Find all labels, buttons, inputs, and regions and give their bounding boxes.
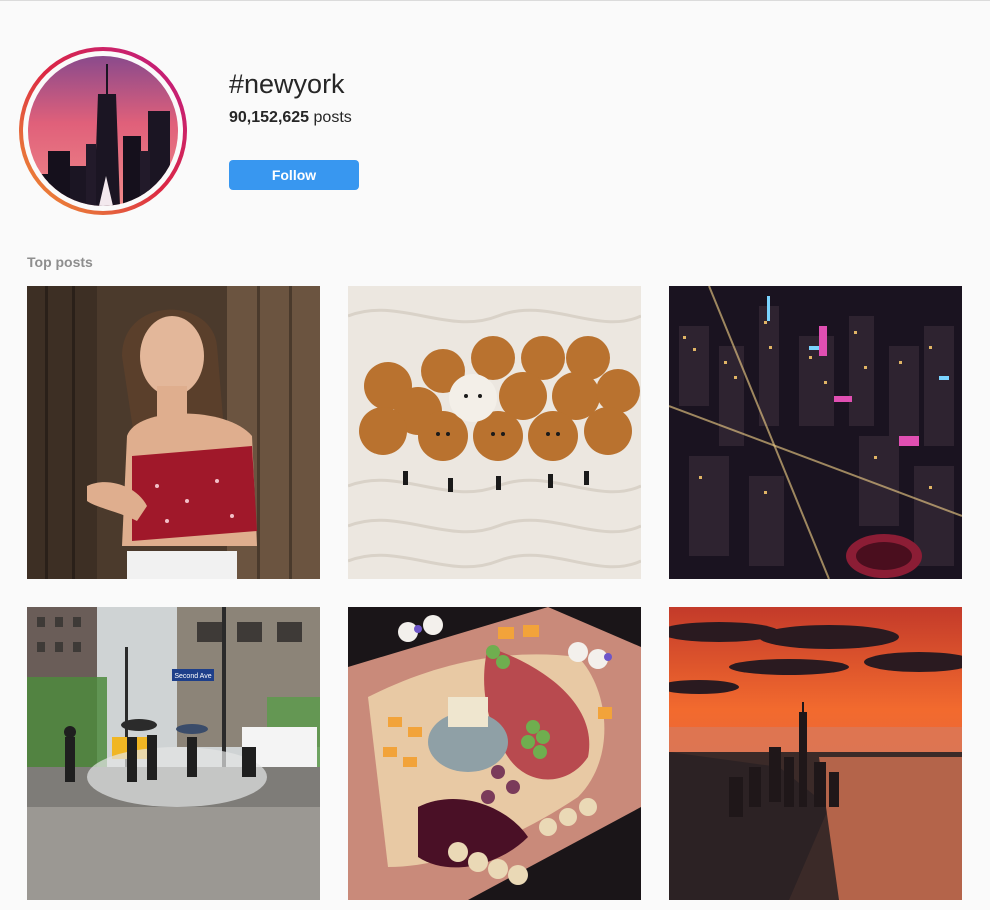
hashtag-page: #newyork 90,152,625 posts Follow Top pos… [0,0,990,910]
post-tile-night-city[interactable] [669,286,962,579]
rainy-street-image: Second Ave [27,607,320,900]
post-count-suffix: posts [309,109,352,126]
post-count: 90,152,625 posts [229,108,352,128]
post-tile-charcuterie[interactable] [348,607,641,900]
night-city-image [669,286,962,579]
post-count-number: 90,152,625 [229,109,310,126]
puppies-image [348,286,641,579]
skyline-sunset-image [28,56,178,206]
post-tile-rainy-street[interactable]: Second Ave [27,607,320,900]
top-posts-label: Top posts [27,254,93,270]
portrait-image [27,286,320,579]
post-tile-puppies[interactable] [348,286,641,579]
post-tile-portrait[interactable] [27,286,320,579]
sunset-aerial-image [669,607,962,900]
street-sign-text: Second Ave [174,673,211,680]
hashtag-avatar [19,47,187,215]
post-tile-sunset-aerial[interactable] [669,607,962,900]
follow-button[interactable]: Follow [229,160,359,190]
hashtag-title: #newyork [229,69,345,99]
charcuterie-image [348,607,641,900]
